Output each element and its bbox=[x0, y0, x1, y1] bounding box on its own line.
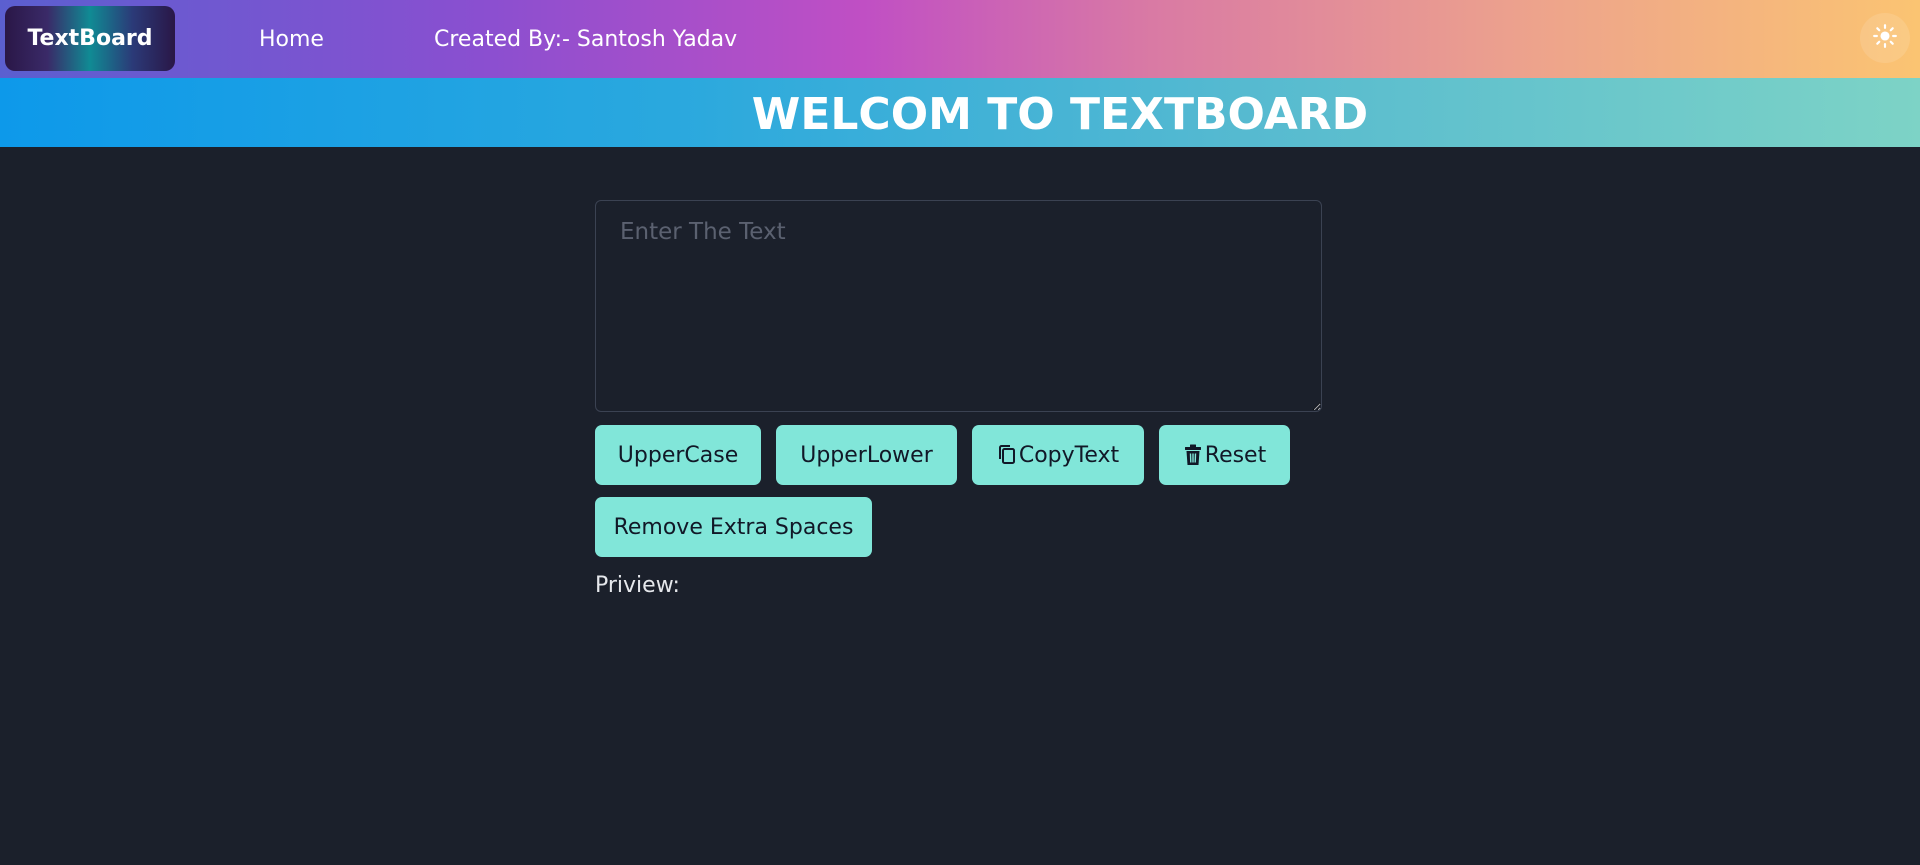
brand-logo[interactable]: TextBoard bbox=[5, 6, 175, 71]
nav-home-link[interactable]: Home bbox=[259, 0, 324, 78]
copy-text-button[interactable]: CopyText bbox=[972, 425, 1144, 485]
preview-label: Priview: bbox=[595, 573, 680, 598]
theme-toggle-button[interactable] bbox=[1860, 13, 1910, 63]
sun-icon bbox=[1872, 23, 1898, 53]
reset-button[interactable]: Reset bbox=[1159, 425, 1290, 485]
copy-text-button-label: CopyText bbox=[1018, 442, 1120, 468]
uppercase-button-label: UpperCase bbox=[617, 442, 739, 468]
copy-icon bbox=[997, 444, 1017, 466]
upperlower-button-label: UpperLower bbox=[800, 442, 933, 468]
remove-extra-spaces-button-label: Remove Extra Spaces bbox=[613, 514, 854, 540]
upperlower-button[interactable]: UpperLower bbox=[776, 425, 957, 485]
welcome-banner: WELCOM TO TEXTBOARD bbox=[0, 78, 1920, 147]
navbar: TextBoard Home Created By:- Santosh Yada… bbox=[0, 0, 1920, 78]
remove-extra-spaces-button[interactable]: Remove Extra Spaces bbox=[595, 497, 872, 557]
page-title: WELCOM TO TEXTBOARD bbox=[751, 89, 1369, 140]
reset-button-label: Reset bbox=[1204, 442, 1267, 468]
trash-icon bbox=[1183, 444, 1203, 466]
nav-created-by-link[interactable]: Created By:- Santosh Yadav bbox=[434, 0, 737, 78]
text-input[interactable] bbox=[595, 200, 1322, 412]
uppercase-button[interactable]: UpperCase bbox=[595, 425, 761, 485]
